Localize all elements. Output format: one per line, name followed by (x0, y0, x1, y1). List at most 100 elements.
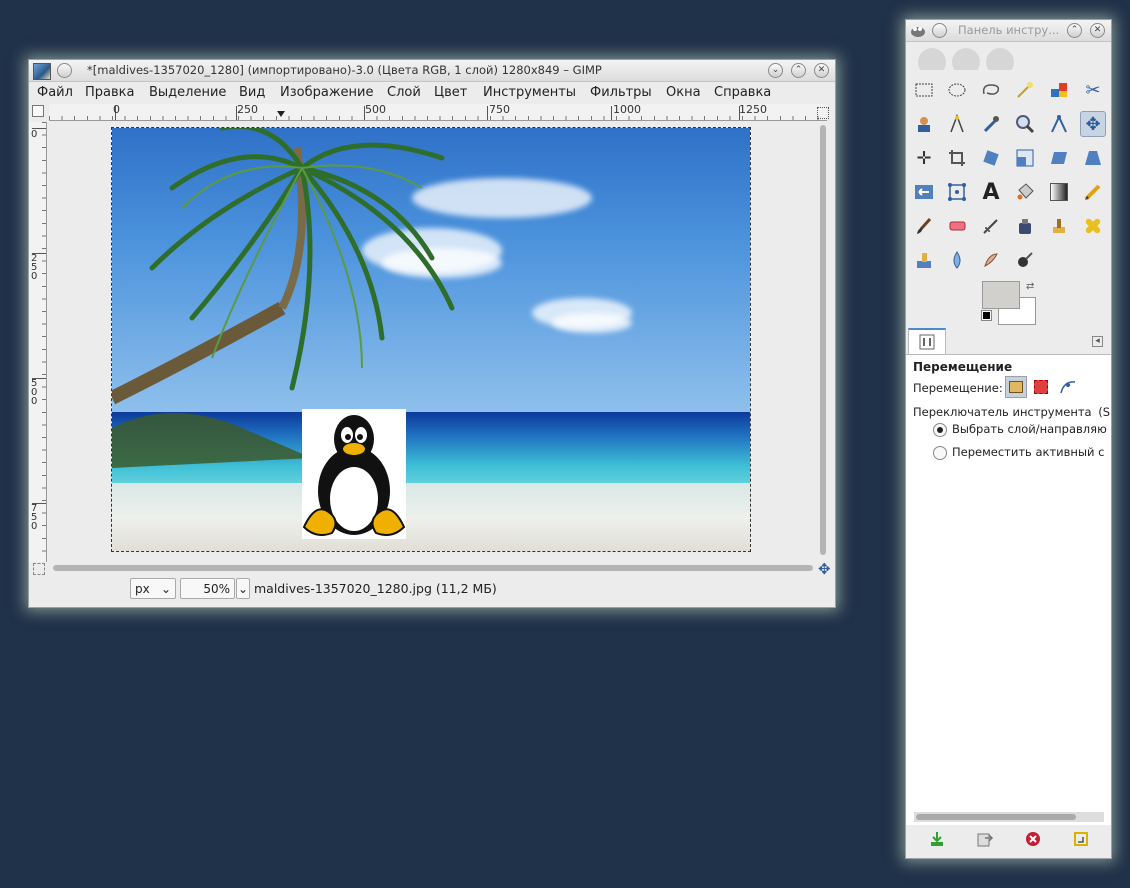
text-icon[interactable]: A (978, 179, 1004, 205)
delete-options-icon[interactable] (1024, 830, 1042, 848)
align-icon[interactable]: ✛ (911, 145, 937, 171)
ink-icon[interactable] (1012, 213, 1038, 239)
crop-icon[interactable] (944, 145, 970, 171)
menu-layer[interactable]: Слой (387, 82, 421, 104)
menu-filters[interactable]: Фильтры (590, 82, 652, 104)
window-menu-icon[interactable] (932, 23, 947, 38)
menu-windows[interactable]: Окна (666, 82, 701, 104)
scale-icon[interactable] (1012, 145, 1038, 171)
horizontal-ruler[interactable]: 0 250 500 750 1000 1250 (49, 103, 827, 121)
tool-options-icon (919, 334, 935, 350)
unit-select[interactable]: px ⌄ (130, 578, 176, 599)
tool-switch-hint: (S (1098, 405, 1111, 419)
hruler-label: 750 (489, 103, 510, 116)
move-layer-icon[interactable] (1005, 376, 1027, 398)
vertical-scrollbar[interactable] (820, 125, 826, 555)
horizontal-scrollbar[interactable] (53, 565, 813, 571)
clone-icon[interactable] (1046, 213, 1072, 239)
heal-icon[interactable] (1080, 213, 1106, 239)
canvas-area[interactable] (47, 122, 817, 562)
close-icon[interactable]: ✕ (814, 63, 829, 78)
tux-penguin-icon (302, 415, 406, 536)
dodge-burn-icon[interactable] (1012, 247, 1038, 273)
reset-options-icon[interactable] (1072, 830, 1090, 848)
menu-image[interactable]: Изображение (280, 82, 373, 104)
tux-layer[interactable] (302, 409, 406, 539)
quick-mask-icon[interactable] (33, 563, 45, 575)
zoom-dropdown[interactable]: ⌄ (236, 578, 250, 599)
paths-icon[interactable] (944, 111, 970, 137)
window-app-icon (33, 63, 51, 80)
move-tool-icon[interactable]: ✥ (1080, 111, 1106, 137)
restore-options-icon[interactable] (976, 830, 994, 848)
hruler-label: 1000 (613, 103, 641, 116)
scissors-select-icon[interactable]: ✂ (1080, 77, 1106, 103)
window-title: *[maldives-1357020_1280] (импортировано)… (87, 63, 602, 77)
zoom-fit-icon[interactable] (817, 107, 829, 119)
gimp-wilber-icon (910, 23, 926, 38)
move-path-icon[interactable] (1058, 377, 1078, 397)
navigate-icon[interactable]: ✥ (818, 560, 831, 578)
zoom-icon[interactable] (1012, 111, 1038, 137)
menu-select[interactable]: Выделение (149, 82, 226, 104)
hruler-label: 1250 (739, 103, 767, 116)
status-text: maldives-1357020_1280.jpg (11,2 МБ) (254, 581, 497, 596)
shear-icon[interactable] (1046, 145, 1072, 171)
paintbrush-icon[interactable] (911, 213, 937, 239)
perspective-icon[interactable] (1080, 145, 1106, 171)
maximize-icon[interactable]: ⌃ (1067, 23, 1082, 38)
perspective-clone-icon[interactable] (911, 247, 937, 273)
vertical-ruler[interactable]: 0 250 500 750 (29, 122, 47, 562)
menu-view[interactable]: Вид (239, 82, 265, 104)
free-select-icon[interactable] (978, 77, 1004, 103)
measure-icon[interactable] (1046, 111, 1072, 137)
color-picker-icon[interactable] (978, 111, 1004, 137)
rect-select-icon[interactable] (911, 77, 937, 103)
rotate-icon[interactable] (978, 145, 1004, 171)
fuzzy-select-icon[interactable] (1012, 77, 1038, 103)
menu-help[interactable]: Справка (714, 82, 771, 104)
move-mode-label: Перемещение: (913, 381, 1003, 395)
foreground-select-icon[interactable] (911, 111, 937, 137)
hruler-label: 250 (237, 103, 258, 116)
pick-layer-radio[interactable] (933, 423, 947, 437)
menu-colors[interactable]: Цвет (434, 82, 467, 104)
eraser-icon[interactable] (944, 213, 970, 239)
ruler-pointer-icon (277, 111, 285, 117)
menu-file[interactable]: Файл (37, 82, 73, 104)
tool-options-hscrollbar[interactable] (914, 812, 1104, 822)
airbrush-icon[interactable] (978, 213, 1004, 239)
zoom-input[interactable]: 50% (180, 578, 235, 599)
hruler-label: 500 (365, 103, 386, 116)
image-canvas[interactable] (111, 127, 751, 552)
bucket-fill-icon[interactable] (1012, 179, 1038, 205)
move-active-radio[interactable] (933, 446, 947, 460)
flip-icon[interactable] (911, 179, 937, 205)
close-icon[interactable]: ✕ (1090, 23, 1105, 38)
unit-value: px (135, 582, 150, 596)
tool-options-tab[interactable] (908, 328, 946, 357)
maximize-icon[interactable]: ⌃ (791, 63, 806, 78)
blur-icon[interactable] (944, 247, 970, 273)
default-colors-icon[interactable] (981, 310, 992, 321)
vruler-label: 0 (31, 129, 38, 140)
ruler-corner-icon[interactable] (32, 105, 44, 117)
dock-menu-icon[interactable]: ◂ (1092, 336, 1103, 347)
window-menu-icon[interactable] (57, 63, 72, 78)
cage-transform-icon[interactable] (944, 179, 970, 205)
menu-tools[interactable]: Инструменты (483, 82, 576, 104)
smudge-icon[interactable] (978, 247, 1004, 273)
minimize-icon[interactable]: ⌄ (768, 63, 783, 78)
ellipse-select-icon[interactable] (944, 77, 970, 103)
pencil-icon[interactable] (1080, 179, 1106, 205)
move-selection-icon[interactable] (1032, 378, 1050, 396)
gradient-icon[interactable] (1046, 179, 1072, 205)
swap-colors-icon[interactable]: ⇄ (1026, 281, 1034, 292)
move-active-label: Переместить активный с (952, 445, 1105, 459)
foreground-color-swatch[interactable] (982, 281, 1020, 309)
pick-layer-label: Выбрать слой/направляю (952, 422, 1107, 436)
select-by-color-icon[interactable] (1046, 77, 1072, 103)
menu-edit[interactable]: Правка (85, 82, 134, 104)
hruler-label: 0 (113, 103, 120, 116)
save-options-icon[interactable] (928, 830, 946, 848)
